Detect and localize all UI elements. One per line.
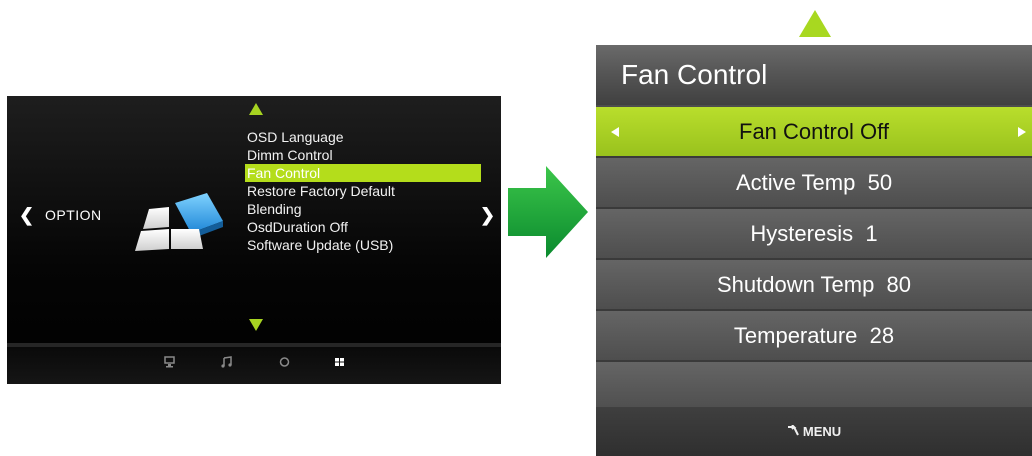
scroll-up-arrow-icon[interactable] xyxy=(799,10,831,37)
transition-arrow-icon xyxy=(508,166,588,258)
setting-label: Active Temp 50 xyxy=(735,170,893,195)
section-label-option: OPTION xyxy=(45,207,102,223)
increase-arrow-icon[interactable] xyxy=(1018,127,1026,137)
menu-item-blending[interactable]: Blending xyxy=(245,200,481,218)
clock-icon[interactable] xyxy=(279,356,290,371)
setting-row-active-temp[interactable]: Active Temp 50 xyxy=(596,158,1032,209)
setting-label: Hysteresis 1 xyxy=(750,221,878,246)
panel-title-bar: Fan Control xyxy=(596,45,1032,105)
nav-left-arrow-icon[interactable]: ❮ xyxy=(19,205,34,226)
fan-control-settings-list: Fan Control Off Active Temp 50 Hysteresi… xyxy=(596,107,1032,413)
panel-title: Fan Control xyxy=(621,59,768,90)
option-tiles-icon xyxy=(135,193,223,251)
music-icon[interactable] xyxy=(221,356,232,371)
menu-item-fan-control[interactable]: Fan Control xyxy=(245,164,481,182)
menu-back-button[interactable]: MENU xyxy=(596,407,1032,456)
osd-category-bar xyxy=(7,343,501,384)
return-arrow-icon xyxy=(787,407,799,456)
menu-item-dimm-control[interactable]: Dimm Control xyxy=(245,146,481,164)
menu-item-osd-duration[interactable]: OsdDuration Off xyxy=(245,218,481,236)
setting-row-fan-control[interactable]: Fan Control Off xyxy=(596,107,1032,158)
menu-item-software-update[interactable]: Software Update (USB) xyxy=(245,236,481,254)
fan-control-panel: Fan Control Fan Control Off Active Temp … xyxy=(596,45,1032,456)
decrease-arrow-icon[interactable] xyxy=(611,127,619,137)
menu-item-restore-factory-default[interactable]: Restore Factory Default xyxy=(245,182,481,200)
menu-item-osd-language[interactable]: OSD Language xyxy=(245,128,481,146)
nav-right-arrow-icon[interactable]: ❯ xyxy=(480,205,495,226)
setting-label: Shutdown Temp 80 xyxy=(716,272,912,297)
setting-label: Temperature 28 xyxy=(733,323,895,348)
setting-row-hysteresis[interactable]: Hysteresis 1 xyxy=(596,209,1032,260)
monitor-icon[interactable] xyxy=(164,356,175,371)
scroll-down-arrow-icon[interactable] xyxy=(249,319,263,331)
option-grid-icon[interactable] xyxy=(334,356,345,371)
setting-row-shutdown-temp[interactable]: Shutdown Temp 80 xyxy=(596,260,1032,311)
setting-row-empty xyxy=(596,362,1032,413)
setting-label: Fan Control Off xyxy=(739,119,889,144)
setting-row-temperature: Temperature 28 xyxy=(596,311,1032,362)
menu-label: MENU xyxy=(802,424,842,439)
option-menu-list: OSD Language Dimm Control Fan Control Re… xyxy=(245,128,481,254)
option-osd-menu: ❮ OPTION OSD Language Dimm Control Fan C… xyxy=(7,96,501,384)
scroll-up-arrow-icon[interactable] xyxy=(249,103,263,115)
